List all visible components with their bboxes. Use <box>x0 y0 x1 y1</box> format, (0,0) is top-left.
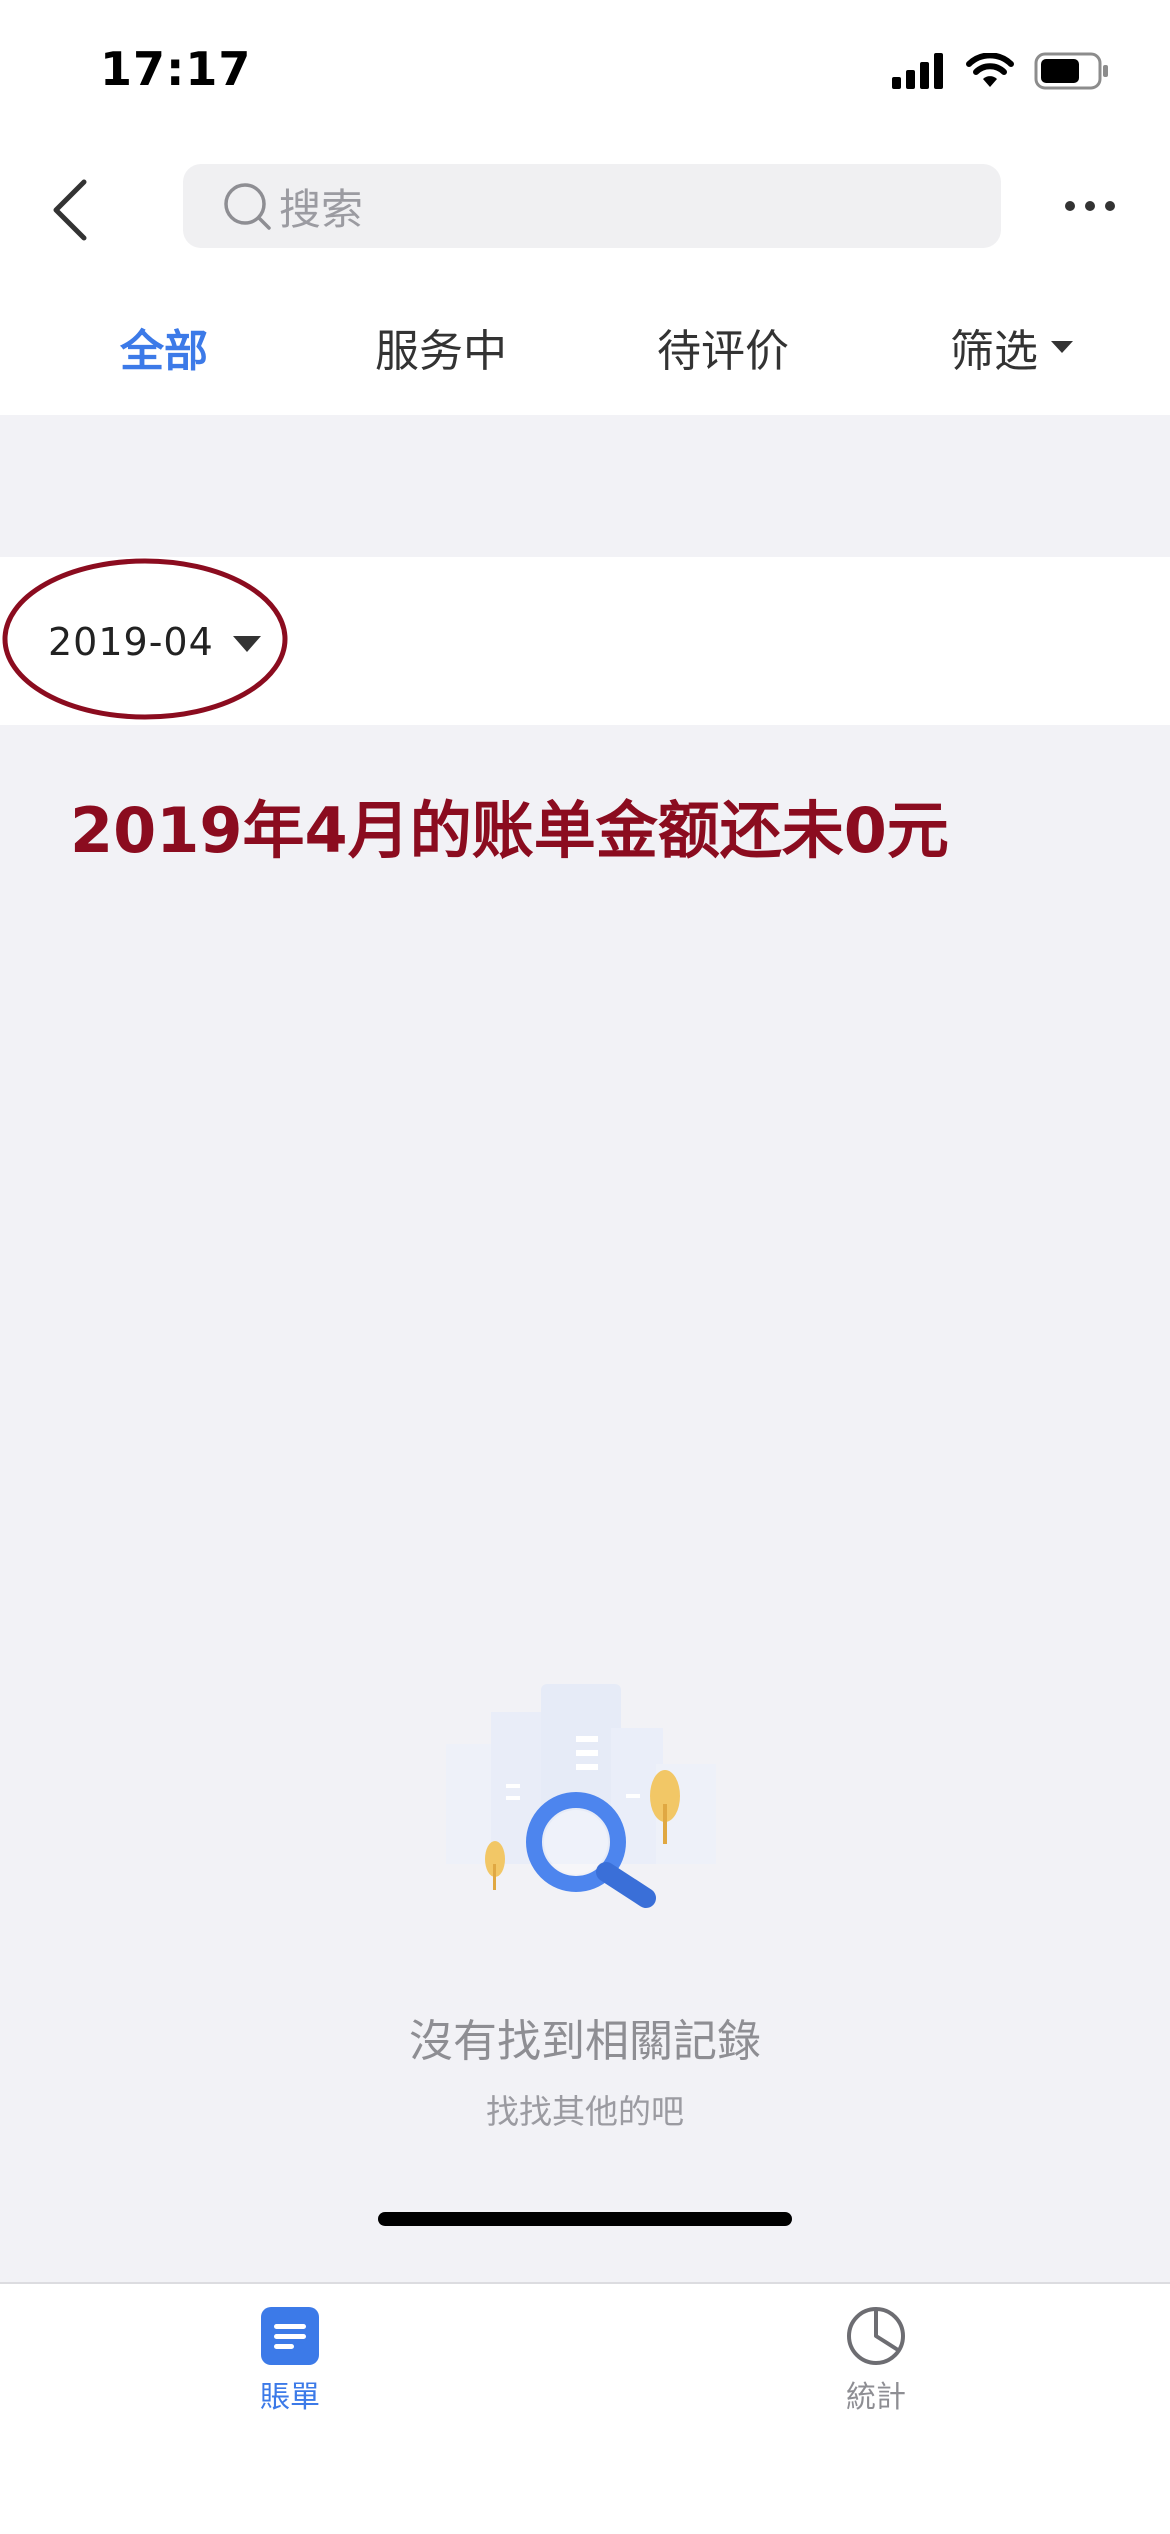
wifi-icon <box>966 53 1014 87</box>
status-icons <box>892 52 1110 90</box>
chevron-left-icon <box>53 179 87 241</box>
bottom-tab-bills[interactable]: 賬單 <box>190 2306 390 2416</box>
nav-bar: 搜索 <box>0 150 1170 265</box>
cellular-signal-icon <box>892 53 943 89</box>
battery-icon <box>1034 52 1108 90</box>
spacer <box>0 415 1170 557</box>
more-options-button[interactable] <box>1060 186 1120 226</box>
tab-all[interactable]: 全部 <box>120 315 208 379</box>
search-placeholder: 搜索 <box>279 184 364 234</box>
search-icon <box>224 183 271 230</box>
month-selector-row: 2019-04 <box>0 557 1170 725</box>
bottom-tab-bills-label: 賬單 <box>260 2380 320 2415</box>
bill-icon <box>261 2307 319 2365</box>
tab-pending-review[interactable]: 待评价 <box>657 315 789 379</box>
more-dots-icon <box>1065 201 1115 211</box>
highlight-circle <box>2 558 288 720</box>
bottom-tab-stats-label: 統計 <box>846 2380 906 2415</box>
tab-filter[interactable]: 筛选 <box>950 315 1074 379</box>
status-bar: 17:17 <box>0 0 1170 150</box>
back-button[interactable] <box>40 179 100 241</box>
annotation-text: 2019年4月的账单金额还未0元 <box>70 794 949 867</box>
bottom-tab-bar: 賬單 統計 <box>0 2282 1170 2534</box>
status-time: 17:17 <box>100 42 252 96</box>
pie-chart-icon <box>847 2307 905 2365</box>
home-indicator <box>378 2212 792 2226</box>
caret-down-icon <box>1051 341 1073 353</box>
empty-state-subtitle: 找找其他的吧 <box>486 2092 684 2131</box>
empty-state-title: 沒有找到相關記錄 <box>409 2016 761 2067</box>
bottom-tab-stats[interactable]: 統計 <box>776 2306 976 2416</box>
empty-search-illustration <box>446 1684 716 1908</box>
filter-tabs: 全部 服务中 待评价 筛选 <box>0 265 1170 415</box>
tab-in-service[interactable]: 服务中 <box>375 315 507 379</box>
tab-filter-label: 筛选 <box>950 326 1038 377</box>
search-input[interactable]: 搜索 <box>183 164 1001 248</box>
